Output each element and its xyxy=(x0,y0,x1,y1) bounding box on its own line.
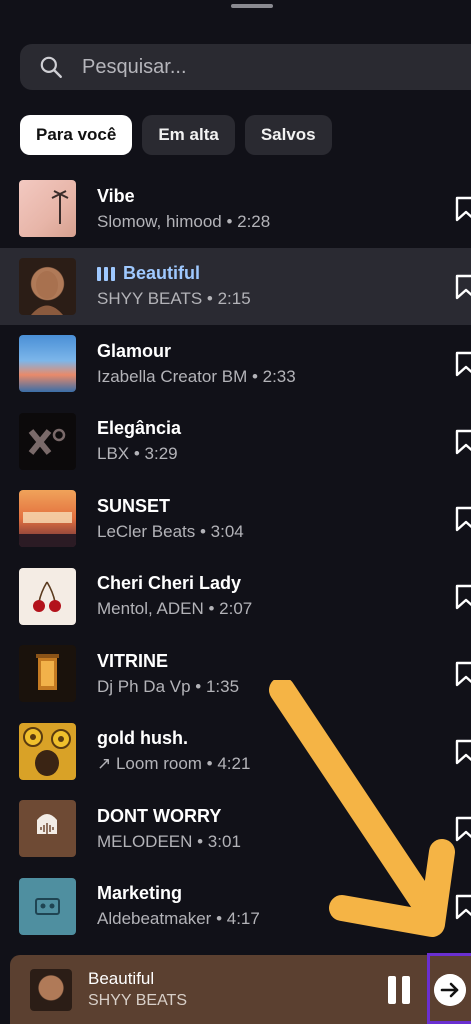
now-playing-equalizer-icon xyxy=(97,266,115,281)
track-title: Cheri Cheri Lady xyxy=(97,573,242,594)
track-subtitle: MELODEEN • 3:01 xyxy=(97,831,241,851)
track-row[interactable]: Glamour Izabella Creator BM • 2:33 xyxy=(0,325,471,403)
now-playing-title: Beautiful xyxy=(88,969,155,988)
track-subtitle: Izabella Creator BM • 2:33 xyxy=(97,366,296,386)
bookmark-icon[interactable] xyxy=(455,274,471,300)
bookmark-icon[interactable] xyxy=(455,196,471,222)
bookmark-icon[interactable] xyxy=(455,429,471,455)
bookmark-icon[interactable] xyxy=(455,584,471,610)
bookmark-icon[interactable] xyxy=(455,506,471,532)
album-art xyxy=(19,877,76,935)
album-art xyxy=(19,490,76,548)
album-art xyxy=(19,800,76,858)
search-icon xyxy=(40,56,62,78)
tab-para-voce[interactable]: Para você xyxy=(20,115,133,155)
track-row-playing[interactable]: Beautiful SHYY BEATS • 2:15 xyxy=(0,247,471,325)
album-art xyxy=(19,722,76,780)
now-playing-artist: SHYY BEATS xyxy=(88,992,187,1009)
pause-icon[interactable] xyxy=(388,976,412,1004)
tab-em-alta[interactable]: Em alta xyxy=(142,115,235,155)
track-title: VITRINE xyxy=(97,650,169,671)
mini-player[interactable]: Beautiful SHYY BEATS xyxy=(10,955,471,1024)
track-title: Vibe xyxy=(97,185,135,206)
track-title: Marketing xyxy=(97,883,183,904)
track-subtitle: Mentol, ADEN • 2:07 xyxy=(97,599,253,619)
track-title: Beautiful xyxy=(97,263,251,284)
album-art xyxy=(19,257,76,315)
album-art xyxy=(19,412,76,470)
track-subtitle: Dj Ph Da Vp • 1:35 xyxy=(97,676,240,696)
album-art xyxy=(19,335,76,393)
filter-tabs: Para você Em alta Salvos xyxy=(20,115,332,155)
track-subtitle: LeCler Beats • 3:04 xyxy=(97,521,244,541)
track-subtitle: ↗ Loom room • 4:21 xyxy=(97,754,251,774)
tab-salvos[interactable]: Salvos xyxy=(244,115,332,155)
album-art xyxy=(19,567,76,625)
track-title: Glamour xyxy=(97,340,172,361)
track-subtitle: SHYY BEATS • 2:15 xyxy=(97,289,251,309)
track-title: gold hush. xyxy=(97,728,188,749)
search-bar[interactable]: Pesquisar... xyxy=(20,44,471,90)
drag-handle[interactable] xyxy=(231,4,273,8)
track-title: DONT WORRY xyxy=(97,805,222,826)
track-subtitle: Slomow, himood • 2:28 xyxy=(97,211,271,231)
track-subtitle: Aldebeatmaker • 4:17 xyxy=(97,909,260,929)
search-input[interactable]: Pesquisar... xyxy=(82,56,187,79)
bookmark-icon[interactable] xyxy=(455,351,471,377)
track-row[interactable]: Vibe Slomow, himood • 2:28 xyxy=(0,170,471,248)
album-art xyxy=(19,645,76,703)
track-row[interactable]: SUNSET LeCler Beats • 3:04 xyxy=(0,480,471,558)
track-row[interactable]: Cheri Cheri Lady Mentol, ADEN • 2:07 xyxy=(0,558,471,636)
now-playing-album-art xyxy=(30,968,72,1011)
album-art xyxy=(19,180,76,238)
annotation-arrow xyxy=(269,680,455,937)
track-subtitle: LBX • 3:29 xyxy=(97,444,178,464)
track-title: SUNSET xyxy=(97,495,171,516)
track-row[interactable]: Elegância LBX • 3:29 xyxy=(0,403,471,481)
track-title: Elegância xyxy=(97,418,182,439)
arrow-right-icon[interactable] xyxy=(434,974,466,1006)
